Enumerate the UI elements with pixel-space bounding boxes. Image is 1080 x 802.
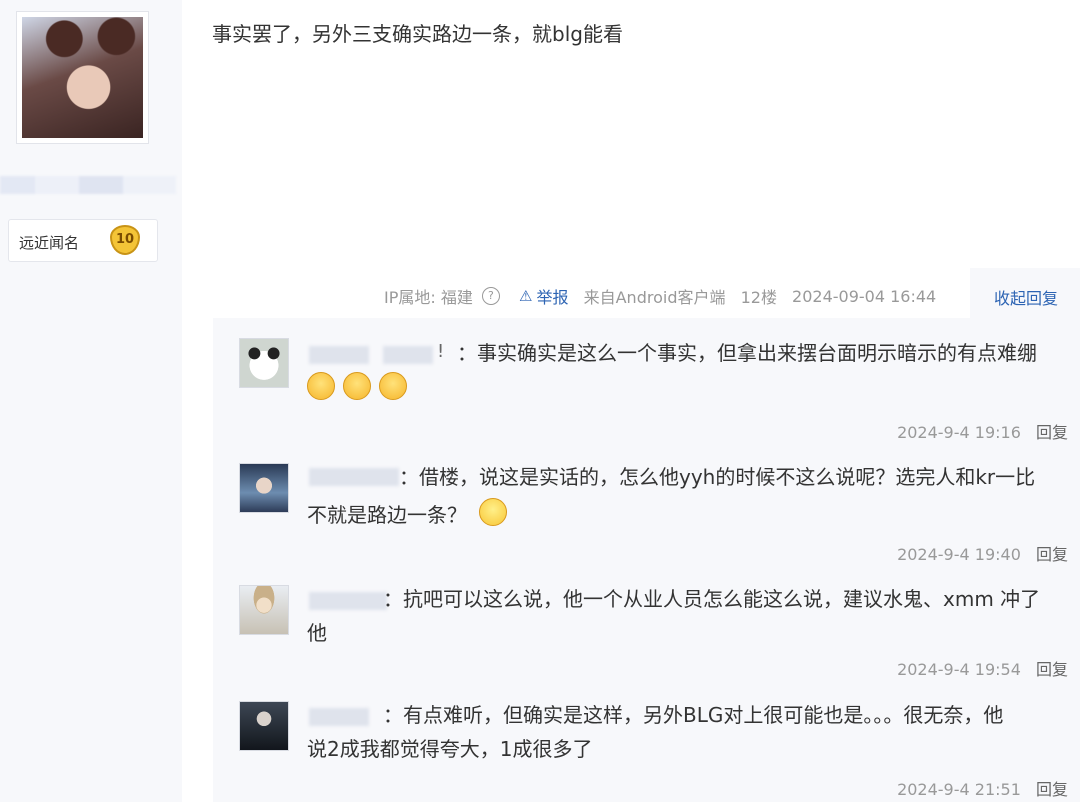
collapse-tab[interactable]: 收起回复 [970, 268, 1080, 318]
reply-item: ：借楼，说这是实话的，怎么他yyh的时候不这么说呢？选完人和kr一比 不就是路边… [213, 446, 1080, 574]
reply-timestamp: 2024-9-4 19:54 [897, 660, 1021, 679]
reply-avatar-girl-hat[interactable] [239, 585, 289, 635]
badge-label: 远近闻名 [19, 234, 80, 252]
reply-item: ：抗吧可以这么说，他一个从业人员怎么能这么说，建议水鬼、xmm 冲了 他 202… [213, 574, 1080, 690]
reply-text-line1: ：有点难听，但确实是这样，另外BLG对上很可能也是。。。很无奈，他 [383, 703, 1004, 727]
reply-timestamp: 2024-9-4 19:16 [897, 423, 1021, 442]
collapse-replies-link[interactable]: 收起回复 [994, 285, 1058, 309]
post-timestamp: 2024-09-04 16:44 [792, 286, 937, 306]
post-content: 事实罢了，另外三支确实路边一条，就blg能看 [212, 22, 623, 46]
reply-footer: 2024-9-4 19:40 回复 [897, 541, 1068, 565]
reply-text-line2: 他 [307, 621, 327, 645]
author-sidebar: 远近闻名 10 [0, 0, 182, 802]
reply-item: ：有点难听，但确实是这样，另外BLG对上很可能也是。。。很无奈，他 说2成我都觉… [213, 690, 1080, 802]
reply-list: ! ：事实确实是这么一个事实，但拿出来摆台面明示暗示的有点难绷 2024-9-4… [213, 318, 1080, 802]
reply-footer: 2024-9-4 19:16 回复 [897, 419, 1068, 443]
reply-footer: 2024-9-4 21:51 回复 [897, 776, 1068, 800]
author-username-blurred[interactable] [0, 176, 176, 194]
floor-number: 12楼 [740, 288, 777, 307]
author-level-badge[interactable]: 远近闻名 10 [8, 219, 158, 262]
reply-footer: 2024-9-4 19:54 回复 [897, 656, 1068, 680]
reply-username-blurred[interactable] [383, 346, 433, 364]
username-suffix: ! [437, 341, 445, 362]
smile-face-icon [479, 498, 507, 526]
ip-location: IP属地: 福建 [384, 288, 473, 307]
level-shield-icon: 10 [110, 225, 140, 255]
reply-button[interactable]: 回复 [1036, 423, 1068, 442]
reply-button[interactable]: 回复 [1036, 780, 1068, 799]
reply-text: ：事实确实是这么一个事实，但拿出来摆台面明示暗示的有点难绷 [457, 341, 1037, 365]
reply-avatar-panda[interactable] [239, 338, 289, 388]
report-button[interactable]: ⚠ 举报 [519, 284, 568, 308]
reply-text-line1: ：借楼，说这是实话的，怎么他yyh的时候不这么说呢？选完人和kr一比 [399, 465, 1036, 489]
reply-text-line2: 不就是路边一条？ [307, 503, 467, 527]
reply-username-blurred[interactable] [309, 468, 399, 486]
reply-button[interactable]: 回复 [1036, 545, 1068, 564]
reply-username-blurred[interactable] [309, 708, 369, 726]
author-avatar[interactable] [16, 11, 149, 144]
emoji-row [307, 372, 410, 400]
reply-avatar-dark-character[interactable] [239, 701, 289, 751]
reply-timestamp: 2024-9-4 19:40 [897, 545, 1021, 564]
angry-face-icon [307, 372, 335, 400]
reply-button[interactable]: 回复 [1036, 660, 1068, 679]
help-icon[interactable]: ? [481, 287, 500, 305]
angry-face-icon [343, 372, 372, 400]
reply-avatar-anime-boy[interactable] [239, 463, 289, 513]
report-label: 举报 [536, 288, 569, 307]
reply-username-blurred[interactable] [309, 346, 369, 364]
post-meta: IP属地: 福建 ? ⚠ 举报 来自Android客户端 12楼 2024-09-… [384, 284, 936, 308]
reply-timestamp: 2024-9-4 21:51 [897, 780, 1021, 799]
post-source: 来自Android客户端 [583, 288, 726, 307]
reply-text-line1: ：抗吧可以这么说，他一个从业人员怎么能这么说，建议水鬼、xmm 冲了 [383, 587, 1041, 611]
reply-username-blurred[interactable] [309, 592, 387, 610]
avatar-image [22, 17, 143, 138]
angry-face-icon [379, 372, 408, 400]
reply-item: ! ：事实确实是这么一个事实，但拿出来摆台面明示暗示的有点难绷 2024-9-4… [213, 318, 1080, 446]
warning-icon: ⚠ [519, 287, 533, 305]
reply-text-line2: 说2成我都觉得夸大，1成很多了 [307, 737, 593, 761]
